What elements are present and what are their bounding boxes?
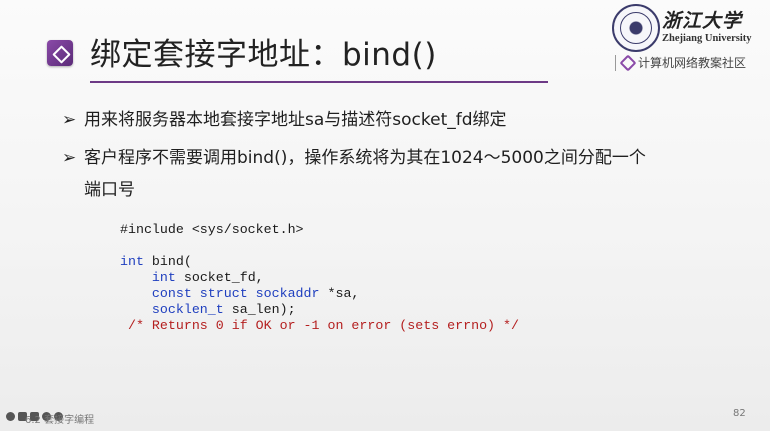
code-param1-name: socket_fd, bbox=[175, 270, 264, 285]
bullet-arrow-icon: ➢ bbox=[62, 148, 77, 168]
bullet-2-text: 客户程序不需要调用bind()，操作系统将为其在1024～5000之间分配一个 bbox=[84, 148, 646, 168]
footer-section-label: 6.2 套接字编程 bbox=[25, 415, 95, 426]
code-line-param2: const struct sockaddr *sa, bbox=[120, 286, 519, 302]
code-line-comment: /* Returns 0 if OK or -1 on error (sets … bbox=[120, 318, 519, 334]
bullet-2-continuation: 端口号 bbox=[84, 180, 135, 200]
bullet-1-text: 用来将服务器本地套接字地址sa与描述符socket_fd绑定 bbox=[84, 110, 507, 130]
code-comment: /* Returns 0 if OK or -1 on error (sets … bbox=[127, 318, 519, 333]
code-type-int: int bbox=[120, 254, 144, 269]
code-param2-name: *sa, bbox=[319, 286, 360, 301]
university-name-cn: 浙江大学 bbox=[662, 10, 743, 32]
logo-divider bbox=[615, 55, 616, 71]
slide: 绑定套接字地址：bind() 浙江大学 Zhejiang University … bbox=[0, 0, 770, 431]
code-line-include: #include <sys/socket.h> bbox=[120, 222, 304, 237]
slide-title: 绑定套接字地址：bind() bbox=[90, 37, 437, 73]
code-bind-open: bind( bbox=[143, 254, 192, 269]
page-number: 82 bbox=[733, 408, 746, 419]
bullet-1: ➢ 用来将服务器本地套接字地址sa与描述符socket_fd绑定 bbox=[62, 105, 507, 130]
university-seal-icon bbox=[612, 4, 660, 52]
code-block: #include <sys/socket.h> int bind( int soc… bbox=[120, 222, 519, 334]
code-param1-type: int bbox=[151, 270, 176, 285]
code-param2-type: const struct sockaddr bbox=[151, 286, 320, 301]
code-line-signature: int bind( bbox=[120, 254, 519, 270]
bullet-arrow-icon: ➢ bbox=[62, 110, 77, 130]
title-underline bbox=[90, 81, 548, 83]
code-param3-name: sa_len); bbox=[223, 302, 296, 317]
bullet-2: ➢ 客户程序不需要调用bind()，操作系统将为其在1024～5000之间分配一个 bbox=[62, 143, 646, 168]
previous-icon[interactable] bbox=[6, 412, 15, 421]
code-line-param1: int socket_fd, bbox=[120, 270, 519, 286]
community-label: 计算机网络教案社区 bbox=[638, 56, 747, 70]
university-name-en: Zhejiang University bbox=[662, 33, 752, 44]
title-diamond-icon bbox=[47, 40, 73, 66]
community-diamond-icon bbox=[619, 54, 637, 72]
code-param3-type: socklen_t bbox=[151, 302, 224, 317]
code-line-param3: socklen_t sa_len); bbox=[120, 302, 519, 318]
